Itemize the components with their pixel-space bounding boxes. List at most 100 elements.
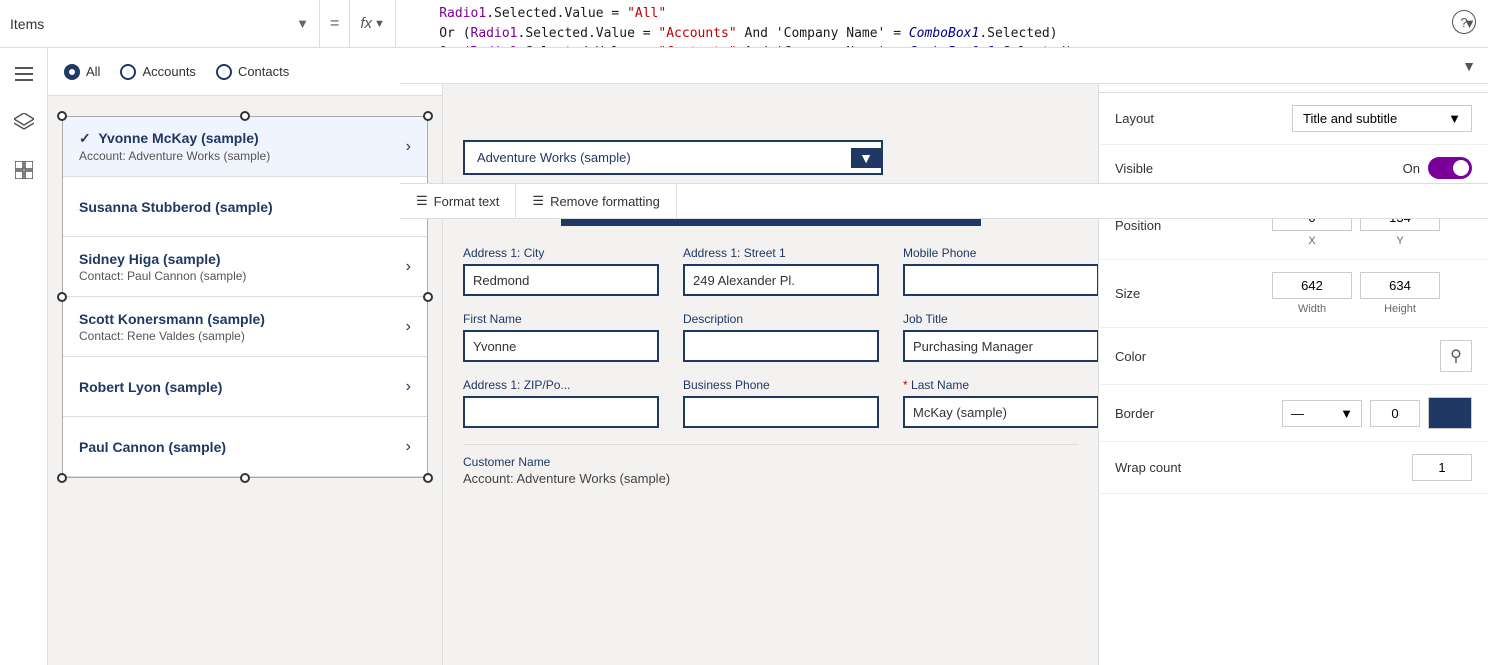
list-item-subtitle-3: Contact: Rene Valdes (sample)	[79, 329, 406, 343]
list-item[interactable]: Scott Konersmann (sample) Contact: Rene …	[63, 297, 427, 357]
field-input-firstname[interactable]	[463, 330, 659, 362]
formula-second-row: ▼	[400, 48, 1488, 84]
formula-code[interactable]: Filter( Contacts, Radio1.Selected.Value …	[396, 0, 1451, 47]
size-height-input[interactable]	[1360, 272, 1440, 299]
list-item[interactable]: Susanna Stubberod (sample) ›	[63, 177, 427, 237]
color-swatch[interactable]: ⚲	[1440, 340, 1472, 372]
field-group-bizphone: Business Phone	[683, 378, 879, 428]
visible-value: On	[1403, 161, 1420, 176]
layers-icon[interactable]	[8, 106, 40, 138]
field-label-bizphone: Business Phone	[683, 378, 879, 392]
size-row: Size Width Height	[1099, 260, 1488, 328]
list-item[interactable]: Paul Cannon (sample) ›	[63, 417, 427, 477]
main-area: Adventure Works (sample) ▼ Pach Company …	[443, 84, 1098, 665]
width-label: Width	[1272, 303, 1352, 315]
handle-mr[interactable]	[423, 292, 433, 302]
grid-icon[interactable]	[8, 154, 40, 186]
formula-bar: Items ▼ = fx ▼ Filter( Contacts, Radio1.…	[0, 0, 1488, 48]
field-group-city: Address 1: City	[463, 246, 659, 296]
wrap-count-input[interactable]	[1412, 454, 1472, 481]
position-label: Position	[1115, 218, 1161, 233]
radio-accounts[interactable]: Accounts	[120, 64, 195, 80]
size-label: Size	[1115, 286, 1140, 301]
border-line-icon: —	[1291, 406, 1304, 421]
size-width-input[interactable]	[1272, 272, 1352, 299]
remove-formatting-icon: ☰	[532, 193, 544, 209]
company-dropdown[interactable]: Adventure Works (sample) ▼	[463, 140, 883, 175]
handle-bl[interactable]	[57, 473, 67, 483]
field-input-lastname[interactable]	[903, 396, 1098, 428]
help-icon[interactable]: ?	[1452, 10, 1476, 34]
field-group-firstname: First Name	[463, 312, 659, 362]
border-style-dropdown[interactable]: — ▼	[1282, 400, 1362, 427]
radio-accounts-label: Accounts	[142, 64, 195, 79]
list-chevron-icon-0: ›	[406, 138, 411, 156]
layout-dropdown[interactable]: Title and subtitle ▼	[1292, 105, 1472, 132]
list-item-title-1: Susanna Stubberod (sample)	[79, 199, 406, 215]
field-label-street: Address 1: Street 1	[683, 246, 879, 260]
radio-bar: All Accounts Contacts	[48, 48, 442, 96]
field-input-jobtitle[interactable]	[903, 330, 1098, 362]
field-label-mobile: Mobile Phone	[903, 246, 1098, 260]
hamburger-menu-icon[interactable]	[8, 58, 40, 90]
border-width-input[interactable]	[1370, 400, 1420, 427]
radio-accounts-circle	[120, 64, 136, 80]
field-group-mobile: Mobile Phone	[903, 246, 1098, 296]
radio-contacts[interactable]: Contacts	[216, 64, 289, 80]
customer-name-label: Customer Name	[463, 455, 1078, 469]
list-item-title-4: Robert Lyon (sample)	[79, 379, 406, 395]
radio-contacts-circle	[216, 64, 232, 80]
x-label: X	[1272, 235, 1352, 247]
list-item-title-3: Scott Konersmann (sample)	[79, 311, 406, 327]
format-toolbar: ☰ Format text ☰ Remove formatting	[400, 183, 1488, 219]
border-label: Border	[1115, 406, 1154, 421]
radio-all[interactable]: All	[64, 64, 100, 80]
formula-collapse-button[interactable]: ▼	[1462, 58, 1476, 74]
radio-all-label: All	[86, 64, 100, 79]
format-text-button[interactable]: ☰ Format text	[400, 184, 516, 218]
field-input-bizphone[interactable]	[683, 396, 879, 428]
items-selector[interactable]: Items ▼	[0, 0, 320, 47]
border-color-swatch[interactable]	[1428, 397, 1472, 429]
field-group-zip: Address 1: ZIP/Po...	[463, 378, 659, 428]
list-item[interactable]: Sidney Higa (sample) Contact: Paul Canno…	[63, 237, 427, 297]
field-label-lastname: Last Name	[903, 378, 1098, 392]
field-input-zip[interactable]	[463, 396, 659, 428]
fx-button[interactable]: fx ▼	[350, 0, 396, 47]
field-label-firstname: First Name	[463, 312, 659, 326]
list-chevron-icon-2: ›	[406, 258, 411, 276]
handle-tr[interactable]	[423, 111, 433, 121]
y-label: Y	[1360, 235, 1440, 247]
main-content: Adventure Works (sample) ▼ Pach Company …	[443, 120, 1098, 506]
handle-tl[interactable]	[57, 111, 67, 121]
list-chevron-icon-4: ›	[406, 378, 411, 396]
field-label-city: Address 1: City	[463, 246, 659, 260]
handle-tm[interactable]	[240, 111, 250, 121]
items-chevron-icon: ▼	[296, 16, 309, 31]
list-item[interactable]: Robert Lyon (sample) ›	[63, 357, 427, 417]
left-sidebar	[0, 48, 48, 665]
color-row: Color ⚲	[1099, 328, 1488, 385]
field-input-mobile[interactable]	[903, 264, 1098, 296]
remove-formatting-label: Remove formatting	[550, 194, 660, 209]
field-input-city[interactable]	[463, 264, 659, 296]
remove-formatting-button[interactable]: ☰ Remove formatting	[516, 184, 676, 218]
list-item[interactable]: ✓ Yvonne McKay (sample) Account: Adventu…	[63, 117, 427, 177]
list-panel: All Accounts Contacts ✓ Yvonne	[48, 48, 443, 665]
field-input-description[interactable]	[683, 330, 879, 362]
handle-ml[interactable]	[57, 292, 67, 302]
list-container: ✓ Yvonne McKay (sample) Account: Adventu…	[62, 116, 428, 478]
field-group-lastname: Last Name	[903, 378, 1098, 428]
format-text-label: Format text	[434, 194, 500, 209]
layout-chevron-icon: ▼	[1448, 111, 1461, 126]
items-label: Items	[10, 16, 288, 32]
handle-bm[interactable]	[240, 473, 250, 483]
handle-br[interactable]	[423, 473, 433, 483]
layout-value: Title and subtitle	[1303, 111, 1397, 126]
visible-toggle[interactable]	[1428, 157, 1472, 179]
field-group-street: Address 1: Street 1	[683, 246, 879, 296]
field-group-description: Description	[683, 312, 879, 362]
dropdown-value: Adventure Works (sample)	[477, 150, 631, 165]
field-label-description: Description	[683, 312, 879, 326]
field-input-street[interactable]	[683, 264, 879, 296]
